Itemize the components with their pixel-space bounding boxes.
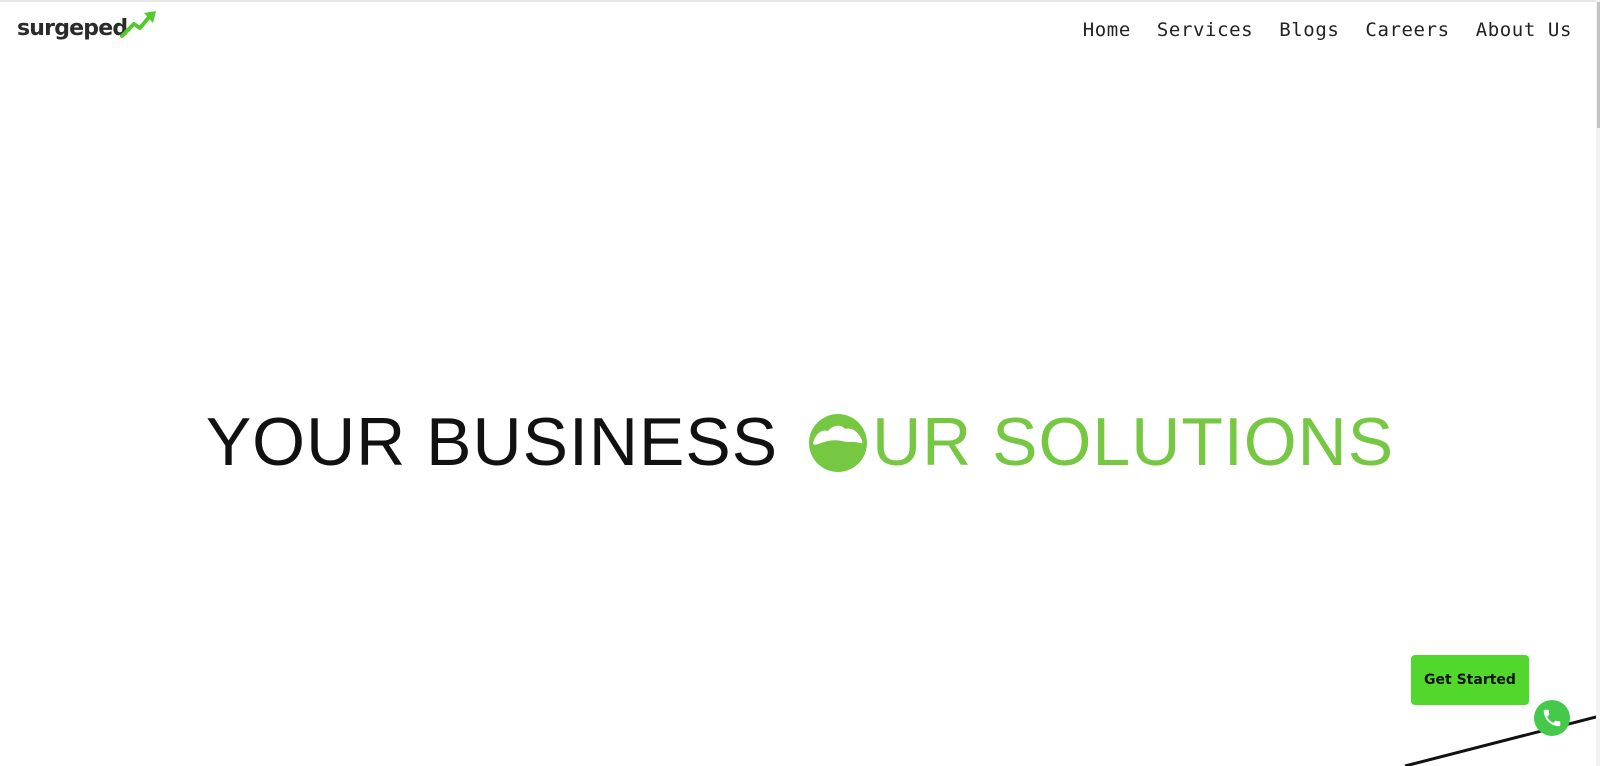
nav-services[interactable]: Services — [1157, 16, 1253, 44]
globe-o-icon — [809, 414, 868, 472]
site-logo[interactable]: surgeped — [16, 10, 156, 50]
main-nav: Home Services Blogs Careers About Us — [1083, 16, 1572, 44]
nav-careers[interactable]: Careers — [1365, 16, 1449, 44]
logo-text: surgeped — [17, 16, 128, 41]
top-border — [0, 0, 1600, 2]
arrow-up-right-icon — [120, 11, 156, 38]
hero-text-business: YOUR BUSINESS — [205, 404, 779, 480]
phone-button[interactable] — [1534, 700, 1570, 736]
nav-blogs[interactable]: Blogs — [1279, 16, 1339, 44]
nav-about-us[interactable]: About Us — [1476, 16, 1572, 44]
hero-heading: YOUR BUSINESS UR SOLUTIONS — [0, 402, 1600, 482]
page: surgeped Home Services Blogs Careers Abo… — [0, 0, 1600, 766]
hero-text-solutions: UR SOLUTIONS — [872, 404, 1395, 480]
decorative-diagonal-line — [1404, 714, 1600, 766]
get-started-button[interactable]: Get Started — [1411, 655, 1529, 705]
nav-home[interactable]: Home — [1083, 16, 1131, 44]
phone-icon — [1543, 709, 1561, 727]
